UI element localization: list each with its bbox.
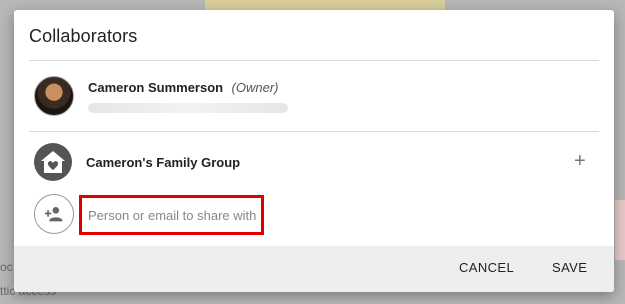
share-input-highlight [79, 195, 264, 235]
add-person-icon [34, 194, 74, 234]
dialog-footer: CANCEL SAVE [14, 246, 614, 292]
owner-row: Cameron Summerson (Owner) [34, 76, 288, 116]
owner-role: (Owner) [231, 80, 279, 95]
background-text: oc [0, 260, 13, 274]
group-row[interactable]: Cameron's Family Group [34, 143, 240, 181]
family-group-icon [34, 143, 72, 181]
dialog-title: Collaborators [29, 26, 138, 46]
background-card [615, 200, 625, 260]
owner-email-redacted [88, 103, 288, 113]
divider [29, 131, 599, 132]
collaborators-dialog: Collaborators Cameron Summerson (Owner) … [14, 10, 614, 292]
expand-group-plus-icon[interactable]: + [574, 151, 586, 171]
share-email-input[interactable] [88, 207, 261, 223]
add-person-row [34, 194, 74, 234]
owner-name: Cameron Summerson [88, 80, 224, 95]
divider [29, 60, 599, 61]
save-button[interactable]: SAVE [552, 260, 587, 275]
avatar [34, 76, 74, 116]
background-note-strip [205, 0, 445, 10]
owner-info: Cameron Summerson (Owner) [88, 79, 288, 113]
group-name: Cameron's Family Group [86, 154, 241, 170]
cancel-button[interactable]: CANCEL [459, 260, 514, 275]
